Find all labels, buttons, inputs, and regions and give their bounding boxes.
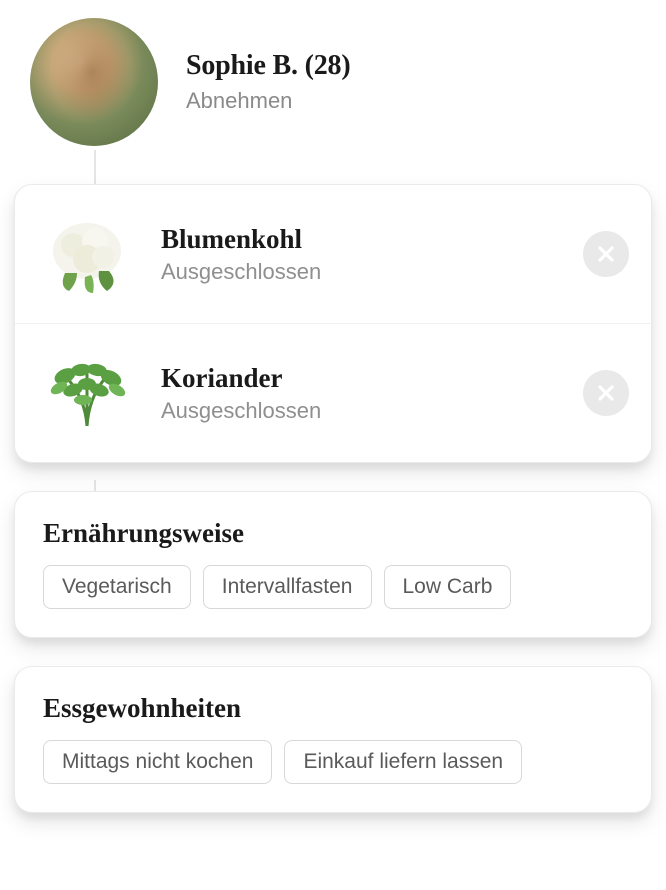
- remove-button[interactable]: [583, 370, 629, 416]
- profile-header: Sophie B. (28) Abnehmen: [0, 0, 666, 156]
- habits-chip[interactable]: Mittags nicht kochen: [43, 740, 272, 784]
- habits-title: Essgewohnheiten: [15, 667, 651, 740]
- profile-texts: Sophie B. (28) Abnehmen: [186, 50, 350, 114]
- excluded-item-texts: Blumenkohl Ausgeschlossen: [161, 224, 559, 285]
- habits-chips: Mittags nicht kochen Einkauf liefern las…: [15, 740, 651, 812]
- diet-title: Ernährungsweise: [15, 492, 651, 565]
- excluded-item-name: Koriander: [161, 363, 559, 394]
- excluded-row: Blumenkohl Ausgeschlossen: [15, 185, 651, 323]
- avatar: [30, 18, 158, 146]
- excluded-item-status: Ausgeschlossen: [161, 398, 559, 424]
- habits-card: Essgewohnheiten Mittags nicht kochen Ein…: [14, 666, 652, 813]
- diet-card: Ernährungsweise Vegetarisch Intervallfas…: [14, 491, 652, 638]
- habits-chip[interactable]: Einkauf liefern lassen: [284, 740, 522, 784]
- excluded-card: Blumenkohl Ausgeschlossen: [14, 184, 652, 463]
- remove-button[interactable]: [583, 231, 629, 277]
- excluded-item-texts: Koriander Ausgeschlossen: [161, 363, 559, 424]
- cauliflower-icon: [37, 209, 137, 299]
- profile-goal: Abnehmen: [186, 88, 350, 114]
- diet-chip[interactable]: Intervallfasten: [203, 565, 372, 609]
- close-icon: [596, 383, 616, 403]
- excluded-item-name: Blumenkohl: [161, 224, 559, 255]
- diet-chips: Vegetarisch Intervallfasten Low Carb: [15, 565, 651, 637]
- close-icon: [596, 244, 616, 264]
- coriander-icon: [37, 348, 137, 438]
- excluded-item-status: Ausgeschlossen: [161, 259, 559, 285]
- excluded-row: Koriander Ausgeschlossen: [15, 323, 651, 462]
- profile-name: Sophie B. (28): [186, 50, 350, 82]
- diet-chip[interactable]: Vegetarisch: [43, 565, 191, 609]
- diet-chip[interactable]: Low Carb: [384, 565, 512, 609]
